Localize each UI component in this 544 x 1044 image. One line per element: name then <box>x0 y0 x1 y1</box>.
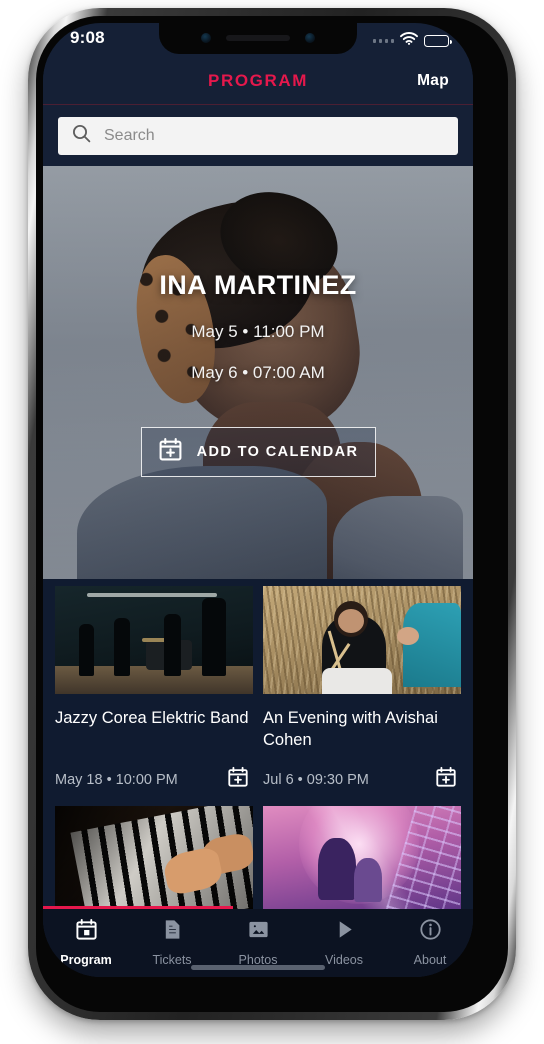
event-meta: Jul 6 • 09:30 PM <box>263 766 461 793</box>
tab-program[interactable]: Program <box>43 918 129 967</box>
wifi-icon <box>400 32 418 50</box>
tab-label: About <box>413 953 447 967</box>
image-icon <box>247 918 270 946</box>
calendar-icon <box>75 918 98 946</box>
featured-event-overlay: INA MARTINEZ May 5 • 11:00 PM May 6 • 07… <box>43 166 473 579</box>
tab-videos[interactable]: Videos <box>301 918 387 967</box>
event-thumbnail <box>55 586 253 694</box>
earpiece-speaker-icon <box>226 35 290 41</box>
featured-event-card[interactable]: INA MARTINEZ May 5 • 11:00 PM May 6 • 07… <box>43 166 473 579</box>
calendar-plus-icon <box>158 437 183 467</box>
event-row <box>43 793 473 909</box>
home-indicator[interactable] <box>191 965 325 970</box>
calendar-plus-icon[interactable] <box>435 766 457 793</box>
program-list[interactable]: INA MARTINEZ May 5 • 11:00 PM May 6 • 07… <box>43 166 473 909</box>
event-title: Jazzy Corea Elektric Band <box>55 709 249 727</box>
add-to-calendar-label: ADD TO CALENDAR <box>196 444 359 460</box>
event-thumbnail <box>55 806 253 909</box>
tab-photos[interactable]: Photos <box>215 918 301 967</box>
document-icon <box>161 918 184 946</box>
search-container <box>43 106 473 166</box>
phone-screen: 9:08 PROGRAM Map Search INA MARTINEZ May… <box>43 23 473 977</box>
signal-dots-icon <box>372 39 394 43</box>
info-icon <box>419 918 442 946</box>
featured-event-date-2: May 6 • 07:00 AM <box>191 363 325 382</box>
tab-about[interactable]: About <box>387 918 473 967</box>
battery-icon <box>424 35 452 47</box>
play-icon <box>333 918 356 946</box>
search-bar[interactable] <box>58 117 458 155</box>
event-card[interactable]: An Evening with Avishai Cohen Jul 6 • 09… <box>263 586 461 793</box>
event-card[interactable] <box>263 806 461 909</box>
event-row: Jazzy Corea Elektric Band May 18 • 10:00… <box>43 579 473 793</box>
tab-label: Program <box>60 953 112 967</box>
event-title: An Evening with Avishai Cohen <box>263 709 438 749</box>
search-input[interactable] <box>104 127 444 145</box>
map-button[interactable]: Map <box>417 72 449 90</box>
status-indicators <box>372 32 452 50</box>
notch <box>159 23 357 54</box>
event-thumbnail <box>263 806 461 909</box>
front-camera-icon <box>201 33 211 43</box>
scroll-indicator[interactable] <box>43 906 233 909</box>
tab-tickets[interactable]: Tickets <box>129 918 215 967</box>
face-id-sensor-icon <box>305 33 315 43</box>
featured-event-title: INA MARTINEZ <box>159 270 357 300</box>
featured-event-date-1: May 5 • 11:00 PM <box>191 322 325 341</box>
event-card[interactable]: Jazzy Corea Elektric Band May 18 • 10:00… <box>55 586 253 793</box>
app-header: PROGRAM Map <box>43 57 473 105</box>
event-thumbnail <box>263 586 461 694</box>
status-time: 9:08 <box>70 28 105 47</box>
phone-bezel: 9:08 PROGRAM Map Search INA MARTINEZ May… <box>36 16 508 1012</box>
search-icon <box>72 124 91 148</box>
event-meta: May 18 • 10:00 PM <box>55 766 253 793</box>
page-title: PROGRAM <box>208 70 308 90</box>
add-to-calendar-button[interactable]: ADD TO CALENDAR <box>140 427 376 477</box>
event-card[interactable] <box>55 806 253 909</box>
tab-label: Videos <box>325 953 363 967</box>
tab-label: Tickets <box>152 953 192 967</box>
event-grid: Jazzy Corea Elektric Band May 18 • 10:00… <box>43 579 473 909</box>
calendar-plus-icon[interactable] <box>227 766 249 793</box>
event-date: May 18 • 10:00 PM <box>55 771 178 788</box>
event-date: Jul 6 • 09:30 PM <box>263 771 369 788</box>
phone-frame: 9:08 PROGRAM Map Search INA MARTINEZ May… <box>28 8 516 1020</box>
